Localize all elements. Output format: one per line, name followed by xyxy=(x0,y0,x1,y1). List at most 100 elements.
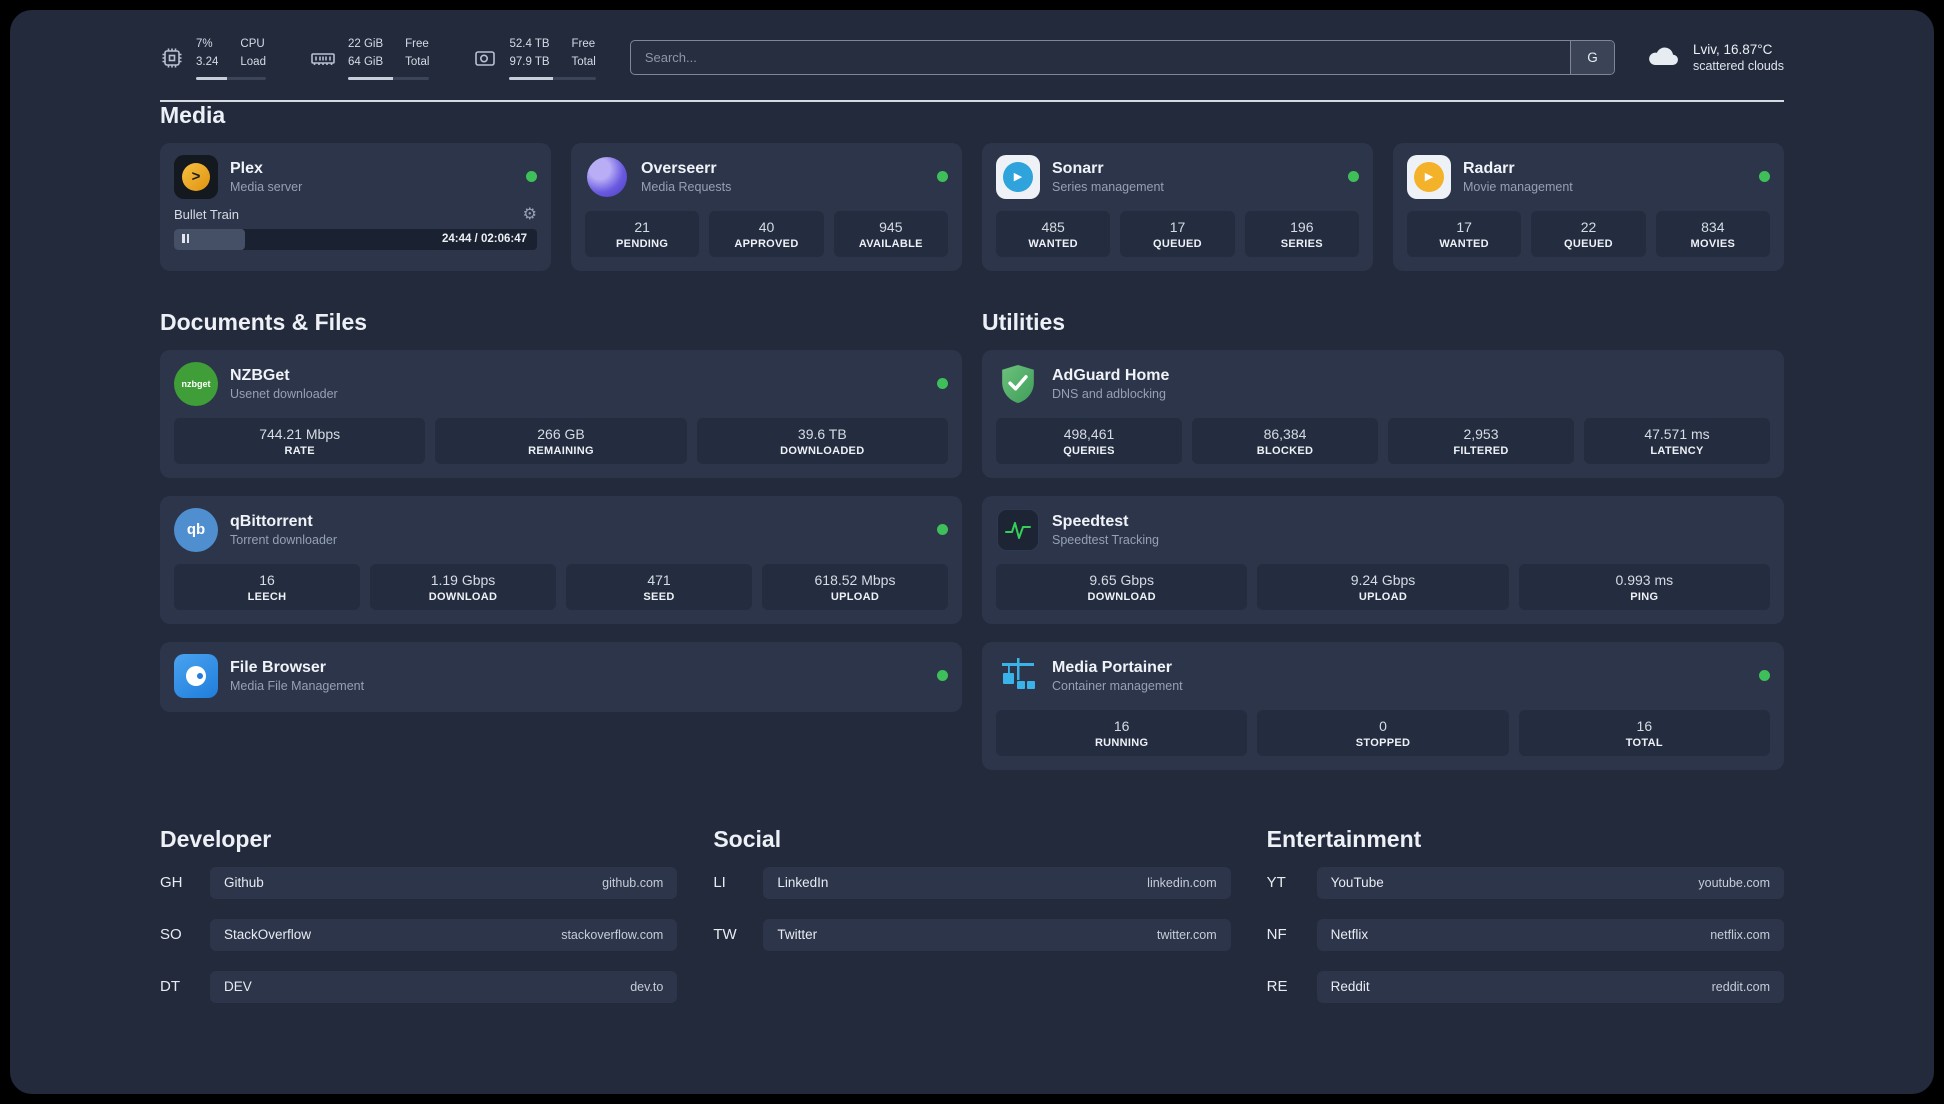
adguard-shield-icon xyxy=(996,362,1040,406)
stat-value: 2,953 xyxy=(1463,425,1499,442)
stat-label: SERIES xyxy=(1280,237,1323,250)
weather-widget: Lviv, 16.87°C scattered clouds xyxy=(1645,42,1784,74)
status-dot-online xyxy=(526,171,537,183)
status-dot-online xyxy=(1759,171,1770,183)
stat-value: 744.21 Mbps xyxy=(259,425,341,442)
stat-label: TOTAL xyxy=(1625,736,1663,749)
stat-label: BLOCKED xyxy=(1256,444,1314,457)
bookmark-group-social: Social LI LinkedIn linkedin.com TW Twitt… xyxy=(713,826,1231,1003)
stat-tile: 16 TOTAL xyxy=(1518,709,1770,756)
stat-label: WANTED xyxy=(1028,237,1078,250)
stat-tile: 22 QUEUED xyxy=(1531,210,1646,257)
search-input[interactable] xyxy=(630,41,1570,75)
stat-label: UPLOAD xyxy=(830,590,880,603)
stat-value: 16 xyxy=(1636,717,1653,734)
stat-tile: 40 APPROVED xyxy=(709,210,824,257)
storage-metric: 52.4 TB 97.9 TB Free Total xyxy=(473,36,596,80)
stat-label: UPLOAD xyxy=(1358,590,1408,603)
stat-tile: 9.65 Gbps DOWNLOAD xyxy=(996,563,1248,610)
status-dot-online xyxy=(937,524,948,536)
stat-tile: 21 PENDING xyxy=(585,210,700,257)
bookmark-link[interactable]: Github github.com xyxy=(210,866,678,899)
stat-label: REMAINING xyxy=(528,444,594,457)
bookmark-group-entertainment: Entertainment YT YouTube youtube.com NF … xyxy=(1267,826,1784,1003)
search-engine-button[interactable]: G xyxy=(1569,41,1614,75)
app-subtitle: Speedtest Tracking xyxy=(1052,532,1160,547)
bookmark-group-developer: Developer GH Github github.com SO StackO… xyxy=(160,825,678,1003)
filebrowser-icon xyxy=(174,653,218,698)
utilities-column: Utilities AdGuard Home DNS and adblockin… xyxy=(982,309,1784,770)
player-settings-gear-icon[interactable]: ⚙ xyxy=(523,206,537,223)
app-name: File Browser xyxy=(230,658,327,676)
stat-label: LEECH xyxy=(247,590,287,603)
cpu-values: 7% 3.24 xyxy=(196,38,219,68)
section-title-developer: Developer xyxy=(160,825,272,852)
app-card-speedtest[interactable]: Speedtest Speedtest Tracking 9.65 Gbps D… xyxy=(982,495,1784,624)
now-playing-title: Bullet Train xyxy=(174,207,240,223)
bookmark-link[interactable]: Netflix netflix.com xyxy=(1316,918,1784,951)
app-card-adguard-home[interactable]: AdGuard Home DNS and adblocking 498,461 … xyxy=(982,349,1784,478)
documents-column: Documents & Files nzbget NZBGet Usenet d… xyxy=(160,309,962,770)
app-card-sonarr[interactable]: ▶ Sonarr Series management 485 WANTED 17… xyxy=(982,142,1373,271)
qbittorrent-icon: qb xyxy=(174,507,218,552)
stat-tile: 498,461 QUERIES xyxy=(996,417,1182,464)
app-card-radarr[interactable]: ▶ Radarr Movie management 17 WANTED 22 Q… xyxy=(1393,142,1784,271)
bookmark-link[interactable]: StackOverflow stackoverflow.com xyxy=(210,918,678,951)
stat-value: 9.24 Gbps xyxy=(1350,571,1416,588)
app-name: Sonarr xyxy=(1052,159,1104,177)
app-subtitle: Torrent downloader xyxy=(230,532,338,547)
stat-label: PENDING xyxy=(616,237,669,250)
status-dot-online xyxy=(937,171,948,183)
stat-value: 498,461 xyxy=(1063,425,1115,442)
bookmark-abbr: GH xyxy=(160,874,183,892)
stat-value: 16 xyxy=(1113,717,1130,734)
app-subtitle: Movie management xyxy=(1463,179,1573,194)
memory-labels: Free Total xyxy=(405,38,430,68)
bookmark-link[interactable]: YouTube youtube.com xyxy=(1316,866,1784,899)
bookmark-abbr: RE xyxy=(1266,978,1288,996)
bookmark-stackoverflow: SO StackOverflow stackoverflow.com xyxy=(160,918,678,951)
stat-tile: 17 QUEUED xyxy=(1120,210,1235,257)
app-name: Radarr xyxy=(1463,159,1515,177)
stat-label: STOPPED xyxy=(1355,736,1411,749)
stat-tile: 2,953 FILTERED xyxy=(1388,417,1574,464)
status-dot-online xyxy=(937,670,948,682)
stat-label: QUEUED xyxy=(1153,237,1202,250)
overseerr-icon xyxy=(585,155,629,199)
app-card-plex[interactable]: > Plex Media server Bullet Train ⚙ 24:44… xyxy=(160,142,551,271)
stat-value: 471 xyxy=(647,571,671,588)
pause-icon[interactable] xyxy=(182,230,189,248)
memory-icon xyxy=(310,46,336,70)
stat-tile: 196 SERIES xyxy=(1244,210,1359,257)
stat-value: 40 xyxy=(758,218,775,235)
app-card-qbittorrent[interactable]: qb qBittorrent Torrent downloader 16 LEE… xyxy=(160,495,962,624)
bookmark-twitter: TW Twitter twitter.com xyxy=(713,918,1231,951)
app-card-filebrowser[interactable]: File Browser Media File Management xyxy=(160,641,962,712)
bookmark-link[interactable]: LinkedIn linkedin.com xyxy=(763,866,1231,899)
weather-condition: scattered clouds xyxy=(1692,59,1784,74)
stat-tile: 266 GB REMAINING xyxy=(435,417,687,464)
plex-icon: > xyxy=(174,154,218,199)
bookmark-link[interactable]: DEV dev.to xyxy=(210,970,678,1003)
app-subtitle: Media File Management xyxy=(230,678,365,693)
playback-time: 24:44 / 02:06:47 xyxy=(441,233,527,246)
bookmark-link[interactable]: Reddit reddit.com xyxy=(1316,970,1784,1003)
app-card-overseerr[interactable]: Overseerr Media Requests 21 PENDING 40 A… xyxy=(571,142,962,271)
app-card-nzbget[interactable]: nzbget NZBGet Usenet downloader 744.21 M… xyxy=(160,349,962,478)
bookmark-link[interactable]: Twitter twitter.com xyxy=(763,918,1231,951)
stat-label: RUNNING xyxy=(1094,736,1149,749)
stat-value: 618.52 Mbps xyxy=(814,571,896,588)
app-card-portainer[interactable]: Media Portainer Container management 16 … xyxy=(982,641,1784,770)
stat-value: 16 xyxy=(259,571,275,588)
app-subtitle: DNS and adblocking xyxy=(1052,386,1166,401)
app-subtitle: Media server xyxy=(230,179,303,194)
stat-value: 86,384 xyxy=(1263,425,1307,442)
playback-seek-bar[interactable]: 24:44 / 02:06:47 xyxy=(174,228,537,250)
now-playing-widget: Bullet Train ⚙ 24:44 / 02:06:47 xyxy=(174,206,537,250)
stat-label: WANTED xyxy=(1439,237,1489,250)
storage-drive-icon xyxy=(473,46,497,70)
memory-values: 22 GiB 64 GiB xyxy=(347,38,384,68)
memory-metric: 22 GiB 64 GiB Free Total xyxy=(310,36,430,80)
bookmark-reddit: RE Reddit reddit.com xyxy=(1266,970,1784,1003)
app-name: Media Portainer xyxy=(1052,658,1173,676)
